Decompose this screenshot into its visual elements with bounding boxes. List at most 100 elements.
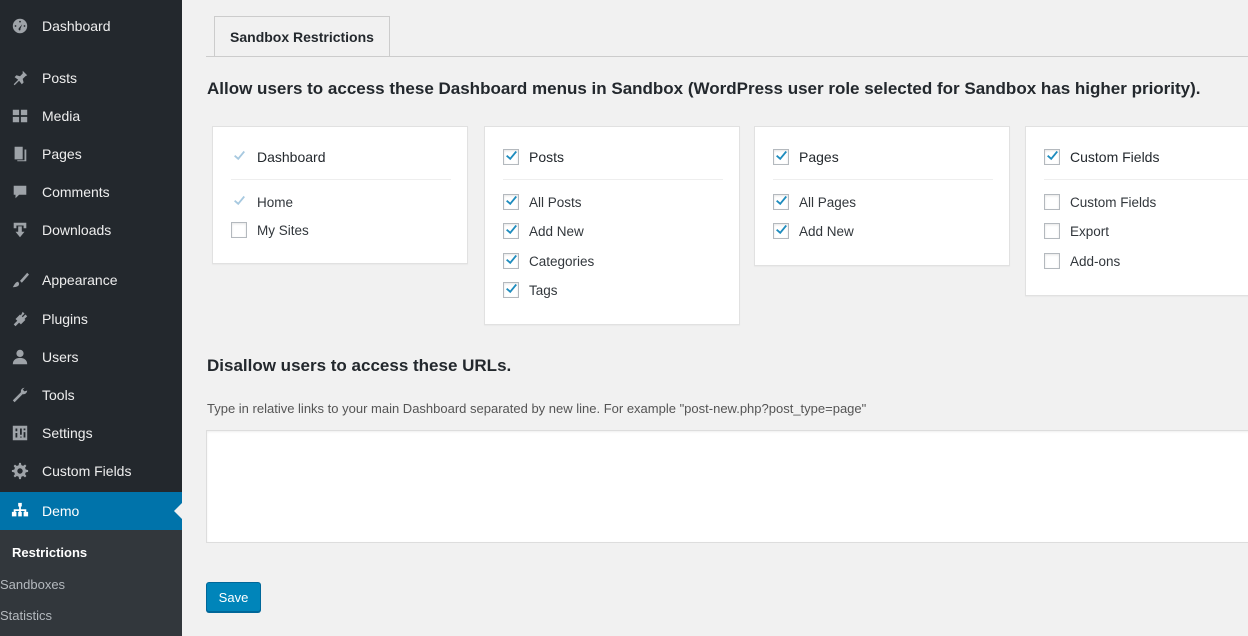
option-tags[interactable]: Tags	[503, 282, 558, 298]
sidebar-item-label: Custom Fields	[42, 463, 132, 479]
pages-icon	[10, 144, 30, 164]
card-pages: Pages All Pages Add New	[754, 126, 1010, 266]
option-label: Add-ons	[1070, 253, 1121, 269]
all-posts-checkbox[interactable]	[503, 194, 519, 210]
option-label: All Pages	[799, 194, 857, 210]
current-menu-arrow	[174, 503, 182, 519]
option-export[interactable]: Export	[1044, 223, 1109, 239]
sidebar-item-plugins[interactable]: Plugins	[0, 301, 182, 337]
card-title: Pages	[799, 149, 839, 165]
sitemap-icon	[10, 501, 30, 521]
comment-icon	[10, 182, 30, 202]
card-title: Custom Fields	[1070, 149, 1160, 165]
option-categories[interactable]: Categories	[503, 253, 594, 269]
dashboard-checkbox[interactable]	[231, 149, 247, 165]
add-new-post-checkbox[interactable]	[503, 223, 519, 239]
sidebar-item-settings[interactable]: Settings	[0, 415, 182, 451]
disallowed-urls-textarea[interactable]	[206, 430, 1248, 543]
option-label: Export	[1070, 223, 1110, 239]
sidebar-item-label: Posts	[42, 70, 78, 86]
add-ons-checkbox[interactable]	[1044, 253, 1060, 269]
tab-divider	[206, 56, 1248, 57]
sidebar-item-tools[interactable]: Tools	[0, 377, 182, 413]
option-custom-fields[interactable]: Custom Fields	[1044, 194, 1156, 210]
card-posts: Posts All Posts Add New Categories Tags	[484, 126, 740, 325]
tab-sandbox-restrictions[interactable]: Sandbox Restrictions	[214, 16, 390, 56]
pin-icon	[10, 68, 30, 88]
option-add-new-post[interactable]: Add New	[503, 223, 584, 239]
submenu-item-sandboxes[interactable]: Sandboxes	[0, 577, 65, 592]
sidebar-item-appearance[interactable]: Appearance	[0, 262, 182, 298]
option-label: Add New	[799, 223, 854, 239]
sidebar-item-label: Pages	[42, 146, 82, 162]
sidebar-item-comments[interactable]: Comments	[0, 174, 182, 210]
option-my-sites[interactable]: My Sites	[231, 222, 309, 238]
option-all-posts[interactable]: All Posts	[503, 194, 582, 210]
plug-icon	[10, 309, 30, 329]
sidebar-item-label: Demo	[42, 503, 80, 519]
all-pages-checkbox[interactable]	[773, 194, 789, 210]
user-icon	[10, 347, 30, 367]
card-divider	[231, 179, 451, 180]
demo-submenu: Restrictions Sandboxes Statistics	[0, 530, 182, 636]
sidebar-item-label: Dashboard	[42, 18, 111, 34]
option-home[interactable]: Home	[231, 194, 293, 210]
card-dashboard: Dashboard Home My Sites	[212, 126, 468, 264]
posts-checkbox[interactable]	[503, 149, 519, 165]
download-icon	[10, 220, 30, 240]
sidebar-item-label: Media	[42, 108, 81, 124]
add-new-page-checkbox[interactable]	[773, 223, 789, 239]
sidebar-item-label: Downloads	[42, 222, 112, 238]
sidebar-item-label: Appearance	[42, 272, 118, 288]
custom-fields-checkbox[interactable]	[1044, 149, 1060, 165]
card-title: Dashboard	[257, 149, 326, 165]
sidebar-item-dashboard[interactable]: Dashboard	[0, 8, 182, 44]
sidebar-item-demo[interactable]: Demo	[0, 492, 182, 530]
sidebar-item-label: Settings	[42, 425, 93, 441]
option-label: Home	[257, 194, 294, 210]
option-label: Categories	[529, 253, 595, 269]
sidebar-item-label: Plugins	[42, 311, 88, 327]
option-all-pages[interactable]: All Pages	[773, 194, 856, 210]
sidebar-item-pages[interactable]: Pages	[0, 136, 182, 172]
categories-checkbox[interactable]	[503, 253, 519, 269]
submenu-item-restrictions[interactable]: Restrictions	[12, 545, 87, 560]
brush-icon	[10, 270, 30, 290]
card-posts-header[interactable]: Posts	[503, 149, 564, 165]
option-label: All Posts	[529, 194, 582, 210]
custom-fields-sub-checkbox[interactable]	[1044, 194, 1060, 210]
option-label: My Sites	[257, 222, 309, 238]
sidebar-item-label: Tools	[42, 387, 75, 403]
option-add-ons[interactable]: Add-ons	[1044, 253, 1120, 269]
sidebar-item-downloads[interactable]: Downloads	[0, 212, 182, 248]
export-checkbox[interactable]	[1044, 223, 1060, 239]
sidebar-item-label: Comments	[42, 184, 110, 200]
urls-help-text: Type in relative links to your main Dash…	[207, 401, 867, 416]
pages-checkbox[interactable]	[773, 149, 789, 165]
media-icon	[10, 106, 30, 126]
card-divider	[503, 179, 723, 180]
submenu-item-statistics[interactable]: Statistics	[0, 608, 52, 623]
sidebar-item-users[interactable]: Users	[0, 339, 182, 375]
card-divider	[1044, 179, 1248, 180]
option-label: Custom Fields	[1070, 194, 1157, 210]
save-button[interactable]: Save	[206, 582, 261, 612]
sidebar-item-label: Users	[42, 349, 79, 365]
home-checkbox[interactable]	[231, 194, 247, 210]
sidebar-item-custom-fields[interactable]: Custom Fields	[0, 453, 182, 489]
disallow-heading: Disallow users to access these URLs.	[207, 356, 512, 375]
settings-icon	[10, 423, 30, 443]
sidebar-item-posts[interactable]: Posts	[0, 60, 182, 96]
option-add-new-page[interactable]: Add New	[773, 223, 854, 239]
card-pages-header[interactable]: Pages	[773, 149, 839, 165]
option-label: Tags	[529, 282, 558, 298]
admin-sidebar: Dashboard Posts Media Pages Comments Dow…	[0, 0, 182, 636]
sidebar-item-media[interactable]: Media	[0, 98, 182, 134]
dashboard-icon	[10, 16, 30, 36]
my-sites-checkbox[interactable]	[231, 222, 247, 238]
option-label: Add New	[529, 223, 584, 239]
card-custom-fields-header[interactable]: Custom Fields	[1044, 149, 1159, 165]
allow-heading: Allow users to access these Dashboard me…	[207, 79, 1201, 98]
card-dashboard-header[interactable]: Dashboard	[231, 149, 326, 165]
tags-checkbox[interactable]	[503, 282, 519, 298]
